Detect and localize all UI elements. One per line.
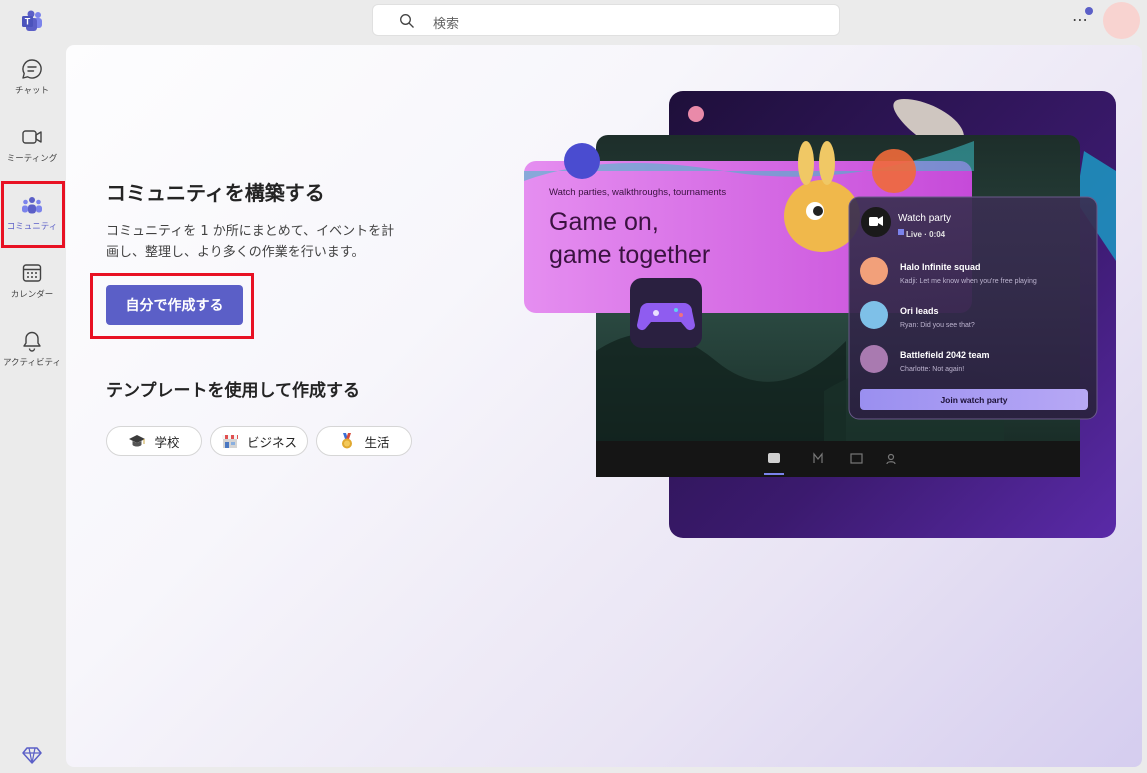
search-placeholder: 検索	[433, 17, 460, 32]
main-panel: コミュニティを構築する コミュニティを 1 か所にまとめて、イベントを計画し、整…	[66, 45, 1142, 767]
rail-item-chat[interactable]: チャット	[0, 58, 64, 120]
chat-icon	[22, 59, 42, 79]
page-title: コミュニティを構築する	[106, 181, 325, 205]
calendar-icon	[22, 264, 42, 282]
thread-name: Battlefield 2042 team	[900, 350, 990, 360]
thread-name: Ori leads	[900, 306, 939, 316]
rail-item-label: ミーティング	[6, 154, 58, 164]
create-button-highlight-box	[90, 273, 254, 339]
game-toolbar	[596, 441, 1080, 477]
thread-message: Charlotte: Not again!	[900, 366, 964, 373]
thread-avatar	[860, 345, 888, 373]
promo-tagline: Watch parties, walkthroughs, tournaments	[549, 187, 726, 198]
rail-item-label: チャット	[15, 86, 49, 96]
video-camera-icon	[869, 217, 878, 226]
teams-logo-icon[interactable]: T	[21, 10, 43, 32]
search-box[interactable]: 検索	[372, 4, 840, 36]
rail-item-activity[interactable]: アクティビティ	[0, 330, 64, 392]
video-camera-icon	[22, 130, 42, 144]
rail-item-calendar[interactable]: カレンダー	[0, 262, 64, 324]
toolbar-icon-teams	[768, 453, 780, 463]
communities-highlight-box	[1, 181, 65, 248]
watch-party-title: Watch party	[898, 213, 951, 224]
rail-item-meetings[interactable]: ミーティング	[0, 126, 64, 188]
notification-dot	[1085, 7, 1093, 15]
promo-headline-line2: game together	[549, 241, 710, 269]
promo-headline-line1: Game on,	[549, 208, 659, 236]
rail-item-label: カレンダー	[10, 290, 54, 300]
thread-name: Halo Infinite squad	[900, 262, 981, 272]
thread-message: Ryan: Did you see that?	[900, 322, 975, 329]
search-icon	[400, 14, 414, 28]
thread-avatar	[860, 257, 888, 285]
graduation-cap-icon	[129, 435, 146, 447]
community-illustration: Watch parties, walkthroughs, tournaments…	[524, 91, 1116, 538]
template-chip-business[interactable]: ビジネス	[210, 426, 308, 456]
chip-label: 生活	[364, 434, 390, 450]
chip-label: ビジネス	[246, 434, 297, 450]
bell-icon	[23, 331, 41, 352]
page-description: コミュニティを 1 か所にまとめて、イベントを計画し、整理し、より多くの作業を行…	[106, 224, 395, 260]
thread-message: Kadji: Let me know when you're free play…	[900, 278, 1037, 285]
shop-icon	[221, 435, 238, 448]
chip-label: 学校	[154, 434, 180, 450]
medal-icon	[342, 433, 353, 449]
watch-party-status: Live · 0:04	[906, 230, 946, 239]
template-chip-school[interactable]: 学校	[106, 426, 202, 456]
template-chip-life[interactable]: 生活	[316, 426, 412, 456]
join-button-label: Join watch party	[940, 395, 1007, 405]
premium-diamond-icon[interactable]	[22, 745, 42, 765]
templates-title: テンプレートを使用して作成する	[106, 381, 360, 401]
rail-item-label: アクティビティ	[2, 358, 62, 368]
orb-icon	[688, 106, 704, 122]
avatar[interactable]	[1103, 2, 1140, 39]
thread-avatar	[860, 301, 888, 329]
svg-text:T: T	[25, 17, 31, 27]
